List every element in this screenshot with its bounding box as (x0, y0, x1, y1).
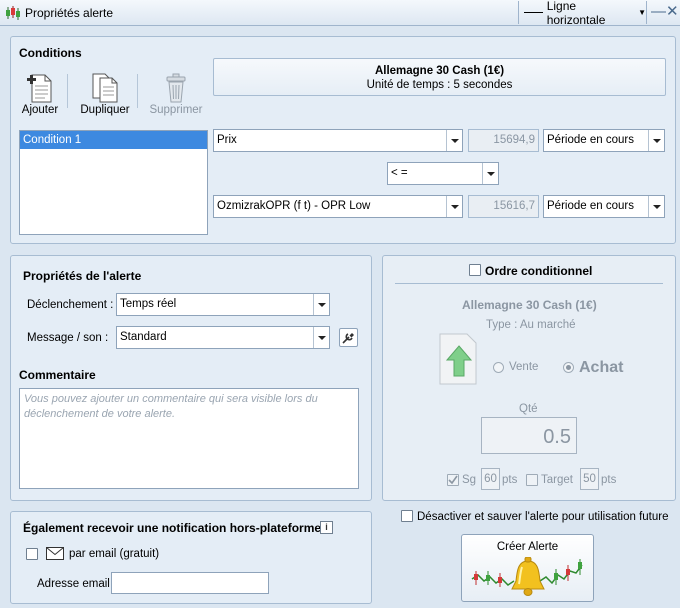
chevron-down-icon (313, 327, 329, 348)
trigger-value: Temps réel (120, 298, 177, 310)
left-operand-value: Prix (217, 134, 237, 146)
message-label: Message / son : (27, 332, 109, 344)
stop-loss-field[interactable]: 60 (481, 468, 500, 490)
checkmark-icon (448, 475, 458, 485)
duplicate-label: Dupliquer (80, 104, 130, 116)
conditional-order-title: Ordre conditionnel (485, 264, 593, 278)
sell-radio[interactable] (493, 362, 504, 373)
target-label: Target (541, 474, 573, 486)
timeframe-label: Unité de temps : 5 secondes (366, 79, 513, 91)
chevron-down-icon (648, 130, 664, 151)
quantity-field[interactable]: 0.5 (481, 417, 577, 454)
email-option-label: par email (gratuit) (69, 548, 160, 560)
email-address-label: Adresse email (37, 578, 110, 590)
right-period-value: Période en cours (547, 200, 634, 212)
create-alert-button[interactable]: Créer Alerte (461, 534, 594, 602)
operator-select[interactable]: < = (387, 162, 499, 185)
right-period-select[interactable]: Période en cours (543, 195, 665, 218)
delete-button[interactable]: Supprimer (148, 72, 204, 116)
disable-save-label: Désactiver et sauver l'alerte pour utili… (417, 511, 669, 523)
chevron-down-icon (313, 294, 329, 315)
right-value-field: 15616,7 (468, 195, 539, 218)
close-button[interactable]: ✕ (666, 4, 679, 20)
horizontal-line-icon (524, 12, 543, 13)
trigger-select[interactable]: Temps réel (116, 293, 330, 316)
email-notification-checkbox[interactable] (26, 548, 38, 560)
toolbar-separator (137, 74, 138, 108)
create-alert-label: Créer Alerte (496, 541, 559, 553)
chevron-down-icon: ▼ (638, 8, 646, 17)
duplicate-button[interactable]: Dupliquer (78, 72, 132, 116)
left-period-select[interactable]: Période en cours (543, 129, 665, 152)
stop-loss-checkbox[interactable] (447, 474, 459, 486)
left-operand-select[interactable]: Prix (213, 129, 463, 152)
stop-loss-pts: pts (502, 474, 518, 486)
candlestick-app-icon (6, 6, 20, 20)
operator-value: < = (391, 167, 408, 179)
instrument-info-box: Allemagne 30 Cash (1€) Unité de temps : … (213, 58, 666, 96)
add-document-icon (27, 74, 52, 103)
add-button[interactable]: Ajouter (18, 72, 62, 116)
target-checkbox[interactable] (526, 474, 538, 486)
instrument-name: Allemagne 30 Cash (1€) (374, 65, 505, 77)
wrench-button[interactable] (339, 328, 358, 347)
comment-textarea[interactable]: Vous pouvez ajouter un commentaire qui s… (19, 388, 359, 489)
trigger-label: Déclenchement : (27, 299, 114, 311)
order-type: Type : Au marché (486, 319, 576, 331)
delete-label: Supprimer (149, 104, 203, 116)
buy-label: Achat (579, 359, 624, 376)
conditional-order-panel (382, 255, 676, 501)
chevron-down-icon (648, 196, 664, 217)
info-icon[interactable]: i (320, 521, 333, 534)
order-divider (395, 283, 663, 284)
alert-properties-title: Propriétés de l'alerte (23, 269, 142, 283)
comment-title: Commentaire (19, 368, 96, 382)
conditions-title: Conditions (19, 46, 82, 60)
order-instrument: Allemagne 30 Cash (1€) (462, 298, 597, 312)
buy-arrow-icon (439, 333, 477, 385)
list-item[interactable]: Condition 1 (20, 131, 207, 149)
quantity-label: Qté (519, 403, 538, 415)
notification-title: Également recevoir une notification hors… (23, 521, 322, 535)
right-operand-select[interactable]: OzmizrakOPR (f t) - OPR Low (213, 195, 463, 218)
add-label: Ajouter (21, 104, 59, 116)
title-bar: Propriétés alerte Ligne horizontale ▼ — … (0, 0, 680, 27)
bell-chart-icon (471, 557, 583, 596)
target-field[interactable]: 50 (580, 468, 599, 490)
trash-icon (166, 73, 186, 103)
stop-loss-label: Sg (462, 474, 477, 486)
duplicate-documents-icon (92, 73, 118, 103)
chevron-down-icon (446, 196, 462, 217)
envelope-icon (46, 547, 64, 560)
disable-save-checkbox[interactable] (401, 510, 413, 522)
buy-radio[interactable] (563, 362, 574, 373)
window-title: Propriétés alerte (25, 6, 114, 20)
sell-label: Vente (509, 361, 539, 373)
right-operand-value: OzmizrakOPR (f t) - OPR Low (217, 200, 371, 212)
object-type-dropdown[interactable]: Ligne horizontale ▼ (518, 0, 647, 27)
conditions-list[interactable]: Condition 1 (19, 130, 208, 235)
toolbar-separator (67, 74, 68, 108)
wrench-icon (342, 333, 354, 344)
minimize-button[interactable]: — (651, 4, 666, 20)
left-value-field: 15694,9 (468, 129, 539, 152)
chevron-down-icon (446, 130, 462, 151)
email-address-input[interactable] (111, 572, 269, 594)
object-type-label: Ligne horizontale (546, 0, 606, 27)
message-select[interactable]: Standard (116, 326, 330, 349)
message-value: Standard (120, 331, 167, 343)
conditional-order-checkbox[interactable] (469, 264, 481, 276)
chevron-down-icon (482, 163, 498, 184)
left-period-value: Période en cours (547, 134, 634, 146)
target-pts: pts (601, 474, 617, 486)
